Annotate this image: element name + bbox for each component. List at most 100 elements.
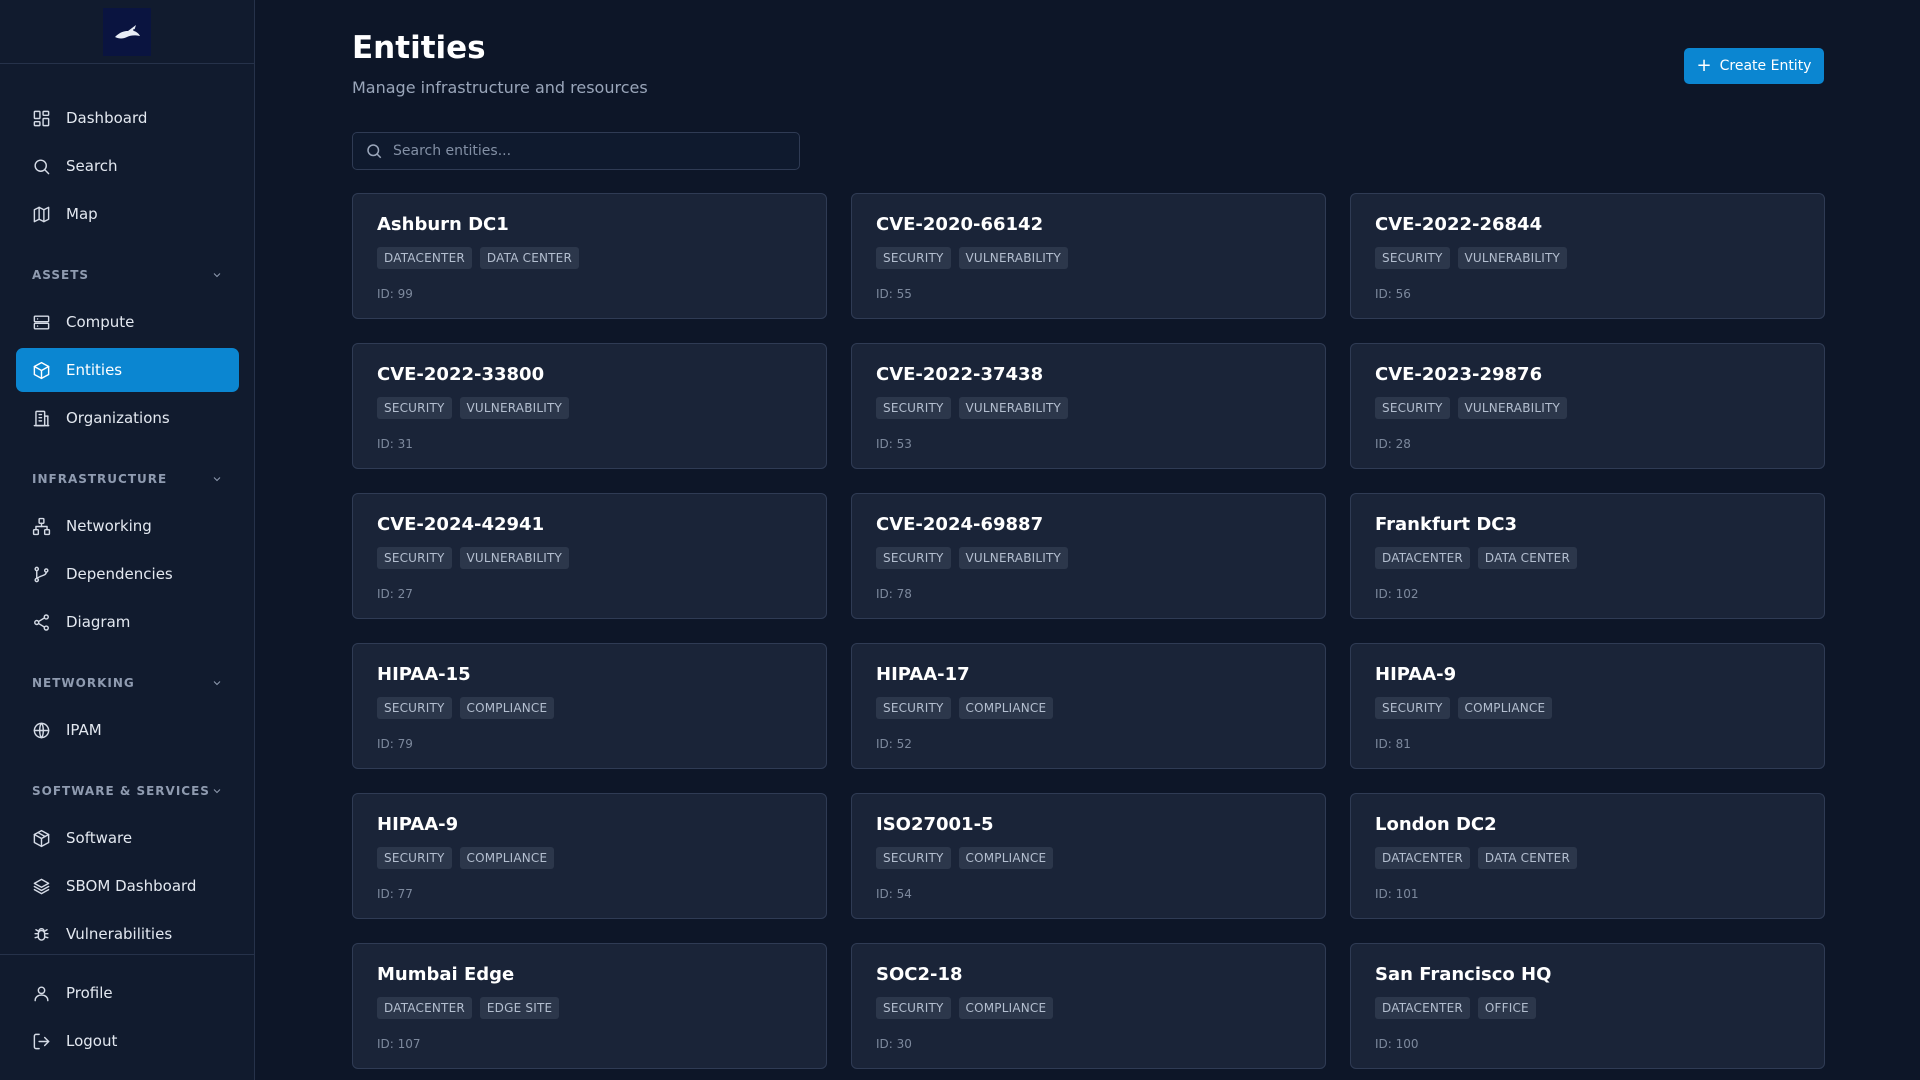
entity-tag: SECURITY (876, 847, 951, 869)
nav-diagram[interactable]: Diagram (16, 600, 239, 644)
entity-card[interactable]: HIPAA-15 SECURITY COMPLIANCE ID: 79 (352, 643, 827, 769)
entity-id: ID: 81 (1375, 737, 1411, 751)
entity-name: London DC2 (1375, 814, 1497, 835)
entity-id: ID: 28 (1375, 437, 1411, 451)
network-icon (32, 517, 51, 535)
entity-id: ID: 79 (377, 737, 413, 751)
entity-name: HIPAA-9 (377, 814, 459, 835)
entity-id: ID: 100 (1375, 1037, 1419, 1051)
entity-tags: SECURITY COMPLIANCE (377, 847, 802, 869)
create-entity-button[interactable]: + Create Entity (1684, 48, 1824, 84)
map-icon (33, 206, 50, 222)
entity-card[interactable]: ISO27001-5 SECURITY COMPLIANCE ID: 54 (851, 793, 1326, 919)
dashboard-icon (33, 110, 50, 126)
nav-networking[interactable]: Networking (16, 504, 239, 548)
entity-card[interactable]: SOC2-18 SECURITY COMPLIANCE ID: 30 (851, 943, 1326, 1069)
nav-logout[interactable]: Logout (16, 1019, 239, 1063)
sidebar: Dashboard Search Map ASSETS Compute Enti… (0, 0, 255, 1080)
entity-id: ID: 56 (1375, 287, 1411, 301)
entity-tags: SECURITY VULNERABILITY (1375, 397, 1800, 419)
entity-tag: DATACENTER (377, 247, 472, 269)
entity-card[interactable]: HIPAA-9 SECURITY COMPLIANCE ID: 81 (1350, 643, 1825, 769)
chevron-down-icon (213, 681, 221, 686)
entity-tag: DATACENTER (1375, 847, 1470, 869)
entity-card[interactable]: Ashburn DC1 DATACENTER DATA CENTER ID: 99 (352, 193, 827, 319)
entity-card[interactable]: Mumbai Edge DATACENTER EDGE SITE ID: 107 (352, 943, 827, 1069)
entity-card[interactable]: HIPAA-17 SECURITY COMPLIANCE ID: 52 (851, 643, 1326, 769)
entity-id: ID: 107 (377, 1037, 421, 1051)
nav-compute[interactable]: Compute (16, 300, 239, 344)
entity-tags: SECURITY COMPLIANCE (377, 697, 802, 719)
nav-ipam[interactable]: IPAM (16, 708, 239, 752)
entity-name: HIPAA-17 (876, 664, 970, 685)
nav-dashboard-label: Dashboard (66, 109, 148, 127)
entity-name: CVE-2024-42941 (377, 514, 545, 535)
entity-tag: SECURITY (377, 547, 452, 569)
section-assets-toggle[interactable]: ASSETS (32, 265, 223, 285)
nav-vulnerabilities[interactable]: Vulnerabilities (16, 912, 239, 956)
entity-card[interactable]: CVE-2024-69887 SECURITY VULNERABILITY ID: 7… (851, 493, 1326, 619)
entity-tags: DATACENTER DATA CENTER (1375, 547, 1800, 569)
entity-tags: DATACENTER OFFICE (1375, 997, 1800, 1019)
section-networking-toggle[interactable]: NETWORKING (32, 673, 223, 693)
nav-dashboard[interactable]: Dashboard (16, 96, 239, 140)
bug-icon (34, 927, 49, 941)
nav-software[interactable]: Software (16, 816, 239, 860)
entity-tag: SECURITY (876, 397, 951, 419)
bird-logo-icon (115, 24, 140, 38)
entity-tag: VULNERABILITY (459, 547, 570, 569)
entity-id: ID: 99 (377, 287, 413, 301)
entity-tags: SECURITY VULNERABILITY (377, 547, 802, 569)
building-icon (33, 410, 50, 426)
entity-card[interactable]: San Francisco HQ DATACENTER OFFICE ID: 100 (1350, 943, 1825, 1069)
search-input[interactable] (393, 143, 773, 159)
entity-tags: SECURITY VULNERABILITY (876, 247, 1301, 269)
nav-map[interactable]: Map (16, 192, 239, 236)
section-software-services-toggle[interactable]: SOFTWARE & SERVICES (32, 781, 223, 801)
nav-search[interactable]: Search (16, 144, 239, 188)
entity-name: CVE-2022-37438 (876, 364, 1044, 385)
entity-card[interactable]: CVE-2022-26844 SECURITY VULNERABILITY ID: 5… (1350, 193, 1825, 319)
entity-tag: COMPLIANCE (958, 847, 1054, 869)
entity-name: SOC2-18 (876, 964, 963, 985)
entity-card[interactable]: HIPAA-9 SECURITY COMPLIANCE ID: 77 (352, 793, 827, 919)
page-title: Entities (352, 30, 486, 66)
nav-profile[interactable]: Profile (16, 971, 239, 1015)
entity-tags: DATACENTER DATA CENTER (377, 247, 802, 269)
entity-card[interactable]: CVE-2020-66142 SECURITY VULNERABILITY ID: 5… (851, 193, 1326, 319)
entity-tag: DATA CENTER (479, 247, 580, 269)
entity-tags: DATACENTER DATA CENTER (1375, 847, 1800, 869)
search-icon (34, 158, 50, 174)
entity-tag: COMPLIANCE (958, 697, 1054, 719)
nav-entities[interactable]: Entities (16, 348, 239, 392)
entity-card[interactable]: London DC2 DATACENTER DATA CENTER ID: 101 (1350, 793, 1825, 919)
entity-tags: SECURITY VULNERABILITY (876, 547, 1301, 569)
app-logo[interactable] (103, 7, 151, 56)
entity-tags: SECURITY COMPLIANCE (876, 847, 1301, 869)
nav-map-label: Map (66, 205, 98, 223)
entity-tag: DATA CENTER (1477, 847, 1578, 869)
section-infrastructure-toggle[interactable]: INFRASTRUCTURE (32, 469, 223, 489)
entity-card[interactable]: Frankfurt DC3 DATACENTER DATA CENTER ID: 10… (1350, 493, 1825, 619)
entity-id: ID: 30 (876, 1037, 912, 1051)
nav-organizations[interactable]: Organizations (16, 396, 239, 440)
entity-tag: SECURITY (876, 547, 951, 569)
entity-card[interactable]: CVE-2023-29876 SECURITY VULNERABILITY ID: 2… (1350, 343, 1825, 469)
entity-name: Frankfurt DC3 (1375, 514, 1518, 535)
entity-tag: VULNERABILITY (1457, 397, 1568, 419)
nav-sbom-dashboard[interactable]: SBOM Dashboard (16, 864, 239, 908)
nav-compute-label: Compute (66, 313, 135, 331)
entity-name: San Francisco HQ (1375, 964, 1552, 985)
entity-card[interactable]: CVE-2024-42941 SECURITY VULNERABILITY ID: 2… (352, 493, 827, 619)
entity-name: CVE-2024-69887 (876, 514, 1044, 535)
entity-card[interactable]: CVE-2022-37438 SECURITY VULNERABILITY ID: 5… (851, 343, 1326, 469)
nav-software-label: Software (66, 829, 133, 847)
nav-dependencies[interactable]: Dependencies (16, 552, 239, 596)
nav-ipam-label: IPAM (66, 721, 102, 739)
entity-card[interactable]: CVE-2022-33800 SECURITY VULNERABILITY ID: 3… (352, 343, 827, 469)
chevron-down-icon (213, 273, 221, 278)
entity-tag: VULNERABILITY (958, 247, 1069, 269)
entity-tags: SECURITY COMPLIANCE (876, 997, 1301, 1019)
entity-tag: DATACENTER (1375, 997, 1470, 1019)
entity-id: ID: 54 (876, 887, 912, 901)
